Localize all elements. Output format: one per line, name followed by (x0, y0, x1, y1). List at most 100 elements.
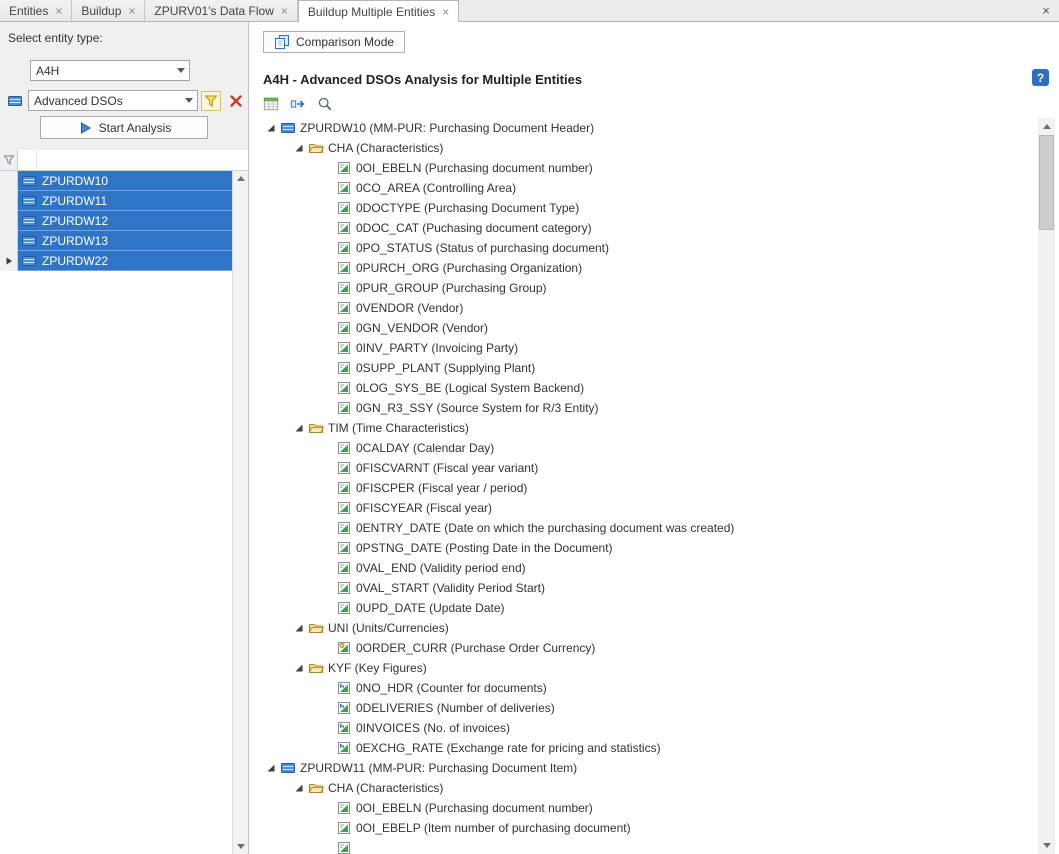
expand-arrow-icon[interactable] (291, 620, 307, 636)
tree-node[interactable]: 0DELIVERIES (Number of deliveries) (250, 698, 1037, 718)
grid-filter-cell[interactable] (18, 150, 248, 171)
tree-node[interactable]: 0PURCH_ORG (Purchasing Organization) (250, 258, 1037, 278)
tree-node[interactable]: 0INVOICES (No. of invoices) (250, 718, 1037, 738)
tree-node[interactable]: UNI (Units/Currencies) (250, 618, 1037, 638)
entity-list-scrollbar[interactable] (232, 171, 248, 854)
entity-list-item[interactable]: ZPURDW11 (0, 191, 232, 211)
tree-node[interactable]: 0OI_EBELN (Purchasing document number) (250, 158, 1037, 178)
tab-close-icon[interactable]: × (55, 5, 62, 17)
scrollbar-thumb[interactable] (1039, 135, 1054, 230)
tree-node[interactable]: 0OI_EBELN (Purchasing document number) (250, 798, 1037, 818)
entity-cell[interactable]: ZPURDW13 (18, 231, 232, 251)
tab-close-icon[interactable]: × (128, 5, 135, 17)
tree-node[interactable]: KYF (Key Figures) (250, 658, 1037, 678)
tree-node[interactable]: 0VAL_START (Validity Period Start) (250, 578, 1037, 598)
zoom-button[interactable] (315, 94, 335, 114)
tab-close-icon[interactable]: × (281, 5, 288, 17)
tree-node[interactable]: 0NO_HDR (Counter for documents) (250, 678, 1037, 698)
help-icon[interactable]: ? (1032, 69, 1049, 86)
tree-node[interactable]: 0DOC_CAT (Puchasing document category) (250, 218, 1037, 238)
chevron-down-icon[interactable] (173, 61, 189, 80)
tree-node[interactable]: 0GN_R3_SSY (Source System for R/3 Entity… (250, 398, 1037, 418)
entity-type-dropdown[interactable]: Advanced DSOs (28, 90, 198, 111)
scroll-up-icon[interactable] (233, 171, 248, 186)
tree-node-label: 0ORDER_CURR (Purchase Order Currency) (356, 641, 595, 655)
tree-node[interactable]: 0PUR_GROUP (Purchasing Group) (250, 278, 1037, 298)
tree-node[interactable]: 0PO_STATUS (Status of purchasing documen… (250, 238, 1037, 258)
entity-list-item[interactable]: ZPURDW12 (0, 211, 232, 231)
tree-node[interactable]: 0LOG_SYS_BE (Logical System Backend) (250, 378, 1037, 398)
tree-node[interactable]: CHA (Characteristics) (250, 138, 1037, 158)
tree-node[interactable]: ZPURDW10 (MM-PUR: Purchasing Document He… (250, 118, 1037, 138)
tree-node-label: 0VAL_END (Validity period end) (356, 561, 526, 575)
row-indicator (0, 231, 18, 251)
time-characteristic-icon (336, 600, 352, 616)
expand-arrow-icon[interactable] (291, 420, 307, 436)
tab-zpurv01-s-data-flow[interactable]: ZPURV01's Data Flow× (145, 0, 297, 21)
tree-node[interactable]: 0PSTNG_DATE (Posting Date in the Documen… (250, 538, 1037, 558)
tree-node-label: 0PURCH_ORG (Purchasing Organization) (356, 261, 582, 275)
tabs-container: Entities×Buildup×ZPURV01's Data Flow×Bui… (0, 0, 459, 21)
expand-arrow-icon[interactable] (291, 780, 307, 796)
tree-node[interactable]: ZPURDW11 (MM-PUR: Purchasing Document It… (250, 758, 1037, 778)
grid-filter-row[interactable] (0, 150, 248, 171)
entity-list-item[interactable]: ZPURDW22 (0, 251, 232, 271)
tab-buildup[interactable]: Buildup× (72, 0, 145, 21)
tree-node[interactable]: 0ORDER_CURR (Purchase Order Currency) (250, 638, 1037, 658)
tab-entities[interactable]: Entities× (0, 0, 72, 21)
entity-cell[interactable]: ZPURDW12 (18, 211, 232, 231)
entity-list-item[interactable]: ZPURDW13 (0, 231, 232, 251)
tree-scrollbar[interactable] (1038, 118, 1055, 854)
tree-node[interactable]: CHA (Characteristics) (250, 778, 1037, 798)
tree-node[interactable]: 0FISCVARNT (Fiscal year variant) (250, 458, 1037, 478)
entity-cell[interactable]: ZPURDW22 (18, 251, 232, 271)
comparison-icon (274, 34, 290, 50)
tree-node[interactable]: 0ENTRY_DATE (Date on which the purchasin… (250, 518, 1037, 538)
tree-node[interactable]: 0CO_AREA (Controlling Area) (250, 178, 1037, 198)
chevron-down-icon[interactable] (181, 91, 197, 110)
expand-arrow-icon[interactable] (263, 760, 279, 776)
tab-buildup-multiple-entities[interactable]: Buildup Multiple Entities× (298, 0, 459, 22)
tree-node[interactable]: 0FISCYEAR (Fiscal year) (250, 498, 1037, 518)
tree-node-label: 0GN_R3_SSY (Source System for R/3 Entity… (356, 401, 599, 415)
entity-cell[interactable]: ZPURDW10 (18, 171, 232, 191)
tree-node[interactable]: 0CALDAY (Calendar Day) (250, 438, 1037, 458)
tree-node[interactable]: 0VAL_END (Validity period end) (250, 558, 1037, 578)
clear-filter-button[interactable] (226, 91, 246, 111)
tree-node[interactable]: 0GN_VENDOR (Vendor) (250, 318, 1037, 338)
tree-node[interactable]: 0UPD_DATE (Update Date) (250, 598, 1037, 618)
comparison-mode-button[interactable]: Comparison Mode (263, 31, 405, 53)
tab-close-icon[interactable]: × (442, 6, 449, 18)
start-analysis-button[interactable]: Start Analysis (40, 116, 208, 139)
characteristic-icon (336, 840, 352, 854)
scroll-down-icon[interactable] (233, 839, 248, 854)
system-dropdown[interactable]: A4H (30, 60, 190, 81)
expand-arrow-icon[interactable] (291, 660, 307, 676)
tree-node[interactable]: 0SUPP_PLANT (Supplying Plant) (250, 358, 1037, 378)
data-flow-button[interactable] (288, 94, 308, 114)
filter-button[interactable] (201, 91, 221, 111)
filter-icon (203, 93, 219, 109)
tab-bar: Entities×Buildup×ZPURV01's Data Flow×Bui… (0, 0, 1059, 22)
tab-bar-close-button[interactable]: × (1036, 0, 1056, 21)
tree-node[interactable] (250, 838, 1037, 854)
expand-arrow-icon[interactable] (291, 140, 307, 156)
entity-cell[interactable]: ZPURDW11 (18, 191, 232, 211)
tree-node[interactable]: 0DOCTYPE (Purchasing Document Type) (250, 198, 1037, 218)
tree-node[interactable]: TIM (Time Characteristics) (250, 418, 1037, 438)
filter-funnel-icon[interactable] (0, 150, 18, 171)
tree-node[interactable]: 0FISCPER (Fiscal year / period) (250, 478, 1037, 498)
tree-node[interactable]: 0OI_EBELP (Item number of purchasing doc… (250, 818, 1037, 838)
tree-node[interactable]: 0VENDOR (Vendor) (250, 298, 1037, 318)
tree-node[interactable]: 0INV_PARTY (Invoicing Party) (250, 338, 1037, 358)
scroll-down-icon[interactable] (1038, 837, 1055, 854)
expand-arrow-icon[interactable] (263, 120, 279, 136)
characteristic-icon (336, 180, 352, 196)
entity-list-item[interactable]: ZPURDW10 (0, 171, 232, 191)
table-export-button[interactable] (261, 94, 281, 114)
tree-node-label: CHA (Characteristics) (328, 141, 443, 155)
analysis-tree: ZPURDW10 (MM-PUR: Purchasing Document He… (250, 118, 1037, 854)
scroll-up-icon[interactable] (1038, 118, 1055, 135)
clear-filter-icon (228, 93, 244, 109)
tree-node[interactable]: 0EXCHG_RATE (Exchange rate for pricing a… (250, 738, 1037, 758)
